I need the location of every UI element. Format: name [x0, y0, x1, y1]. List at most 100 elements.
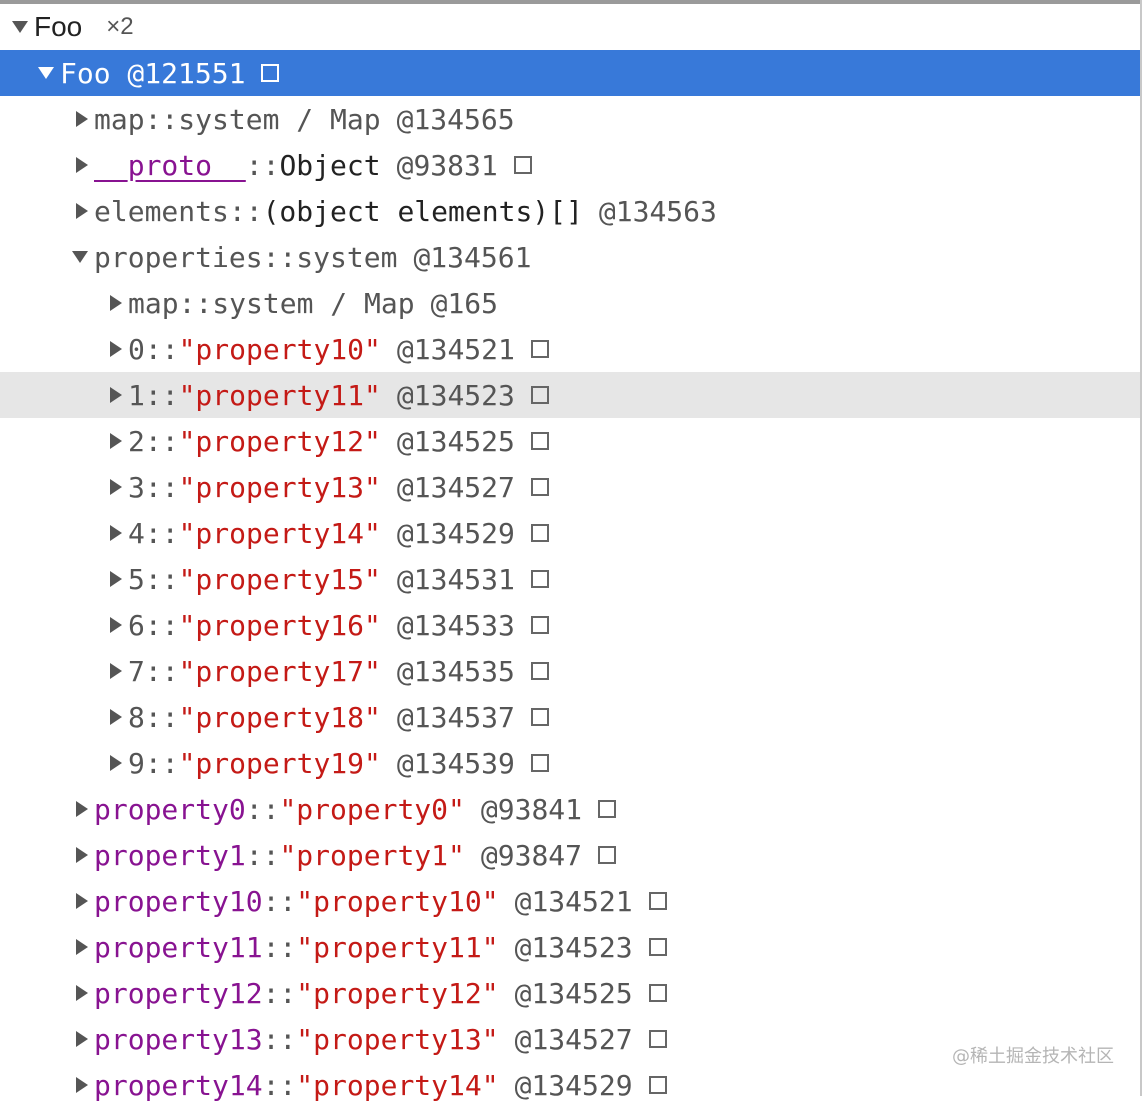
field-name: map	[94, 102, 145, 136]
string-value: "property11"	[178, 378, 381, 412]
collapsed-triangle-icon[interactable]	[76, 939, 88, 955]
collapsed-triangle-icon[interactable]	[110, 525, 122, 541]
object-id: @134539	[396, 746, 515, 780]
object-id: @134537	[396, 700, 515, 734]
reveal-box-icon[interactable]	[530, 570, 549, 588]
collapsed-triangle-icon[interactable]	[110, 755, 122, 771]
object-id: @134561	[413, 240, 532, 274]
tree-row-elements[interactable]: elements :: (object elements)[] @134563	[0, 188, 1140, 234]
tree-row-map[interactable]: map :: system / Map @134565	[0, 96, 1140, 142]
field-type: (object elements)[]	[262, 194, 583, 228]
tree-row-property1[interactable]: property1 :: "property1" @93847	[0, 832, 1140, 878]
index-name: 6	[128, 608, 145, 642]
object-id: @134563	[598, 194, 717, 228]
reveal-box-icon[interactable]	[513, 156, 532, 174]
separator: ::	[144, 516, 179, 550]
reveal-box-icon[interactable]	[530, 708, 549, 726]
collapsed-triangle-icon[interactable]	[110, 571, 122, 587]
collapsed-triangle-icon[interactable]	[110, 295, 122, 311]
tree-row-index-3[interactable]: 3 :: "property13" @134527	[0, 464, 1140, 510]
collapsed-triangle-icon[interactable]	[76, 985, 88, 1001]
tree-row-properties-map[interactable]: map :: system / Map @165	[0, 280, 1140, 326]
field-name: __proto__	[94, 148, 246, 182]
instance-count: ×2	[106, 13, 134, 40]
string-value: "property15"	[178, 562, 381, 596]
object-id: @134525	[396, 424, 515, 458]
reveal-box-icon[interactable]	[648, 892, 667, 910]
reveal-box-icon[interactable]	[261, 64, 280, 82]
reveal-box-icon[interactable]	[598, 846, 617, 864]
separator: ::	[144, 424, 179, 458]
collapsed-triangle-icon[interactable]	[110, 479, 122, 495]
tree-row-proto[interactable]: __proto__ :: Object @93831	[0, 142, 1140, 188]
reveal-box-icon[interactable]	[598, 800, 617, 818]
collapsed-triangle-icon[interactable]	[76, 847, 88, 863]
tree-row-index-0[interactable]: 0 :: "property10" @134521	[0, 326, 1140, 372]
reveal-box-icon[interactable]	[648, 1076, 667, 1094]
collapsed-triangle-icon[interactable]	[76, 111, 88, 127]
reveal-box-icon[interactable]	[530, 524, 549, 542]
reveal-box-icon[interactable]	[530, 616, 549, 634]
property-name: property10	[94, 884, 263, 918]
collapsed-triangle-icon[interactable]	[110, 387, 122, 403]
index-name: 0	[128, 332, 145, 366]
reveal-box-icon[interactable]	[648, 1030, 667, 1048]
tree-row-index-4[interactable]: 4 :: "property14" @134529	[0, 510, 1140, 556]
tree-row-property0[interactable]: property0 :: "property0" @93841	[0, 786, 1140, 832]
tree-row-property14[interactable]: property14 :: "property14" @134529	[0, 1062, 1140, 1108]
tree-row-index-6[interactable]: 6 :: "property16" @134533	[0, 602, 1140, 648]
string-value: "property11"	[296, 930, 499, 964]
collapsed-triangle-icon[interactable]	[76, 1077, 88, 1093]
expanded-triangle-icon[interactable]	[72, 251, 88, 263]
object-id: @134527	[514, 1022, 633, 1056]
tree-row-index-5[interactable]: 5 :: "property15" @134531	[0, 556, 1140, 602]
string-value: "property16"	[178, 608, 381, 642]
expanded-triangle-icon[interactable]	[12, 21, 28, 33]
collapsed-triangle-icon[interactable]	[76, 157, 88, 173]
reveal-box-icon[interactable]	[530, 432, 549, 450]
object-id: @134531	[396, 562, 515, 596]
collapsed-triangle-icon[interactable]	[110, 341, 122, 357]
tree-row-index-9[interactable]: 9 :: "property19" @134539	[0, 740, 1140, 786]
reveal-box-icon[interactable]	[530, 340, 549, 358]
expanded-triangle-icon[interactable]	[38, 67, 54, 79]
watermark: @稀土掘金技术社区	[952, 1046, 1114, 1067]
string-value: "property12"	[178, 424, 381, 458]
tree-row-property11[interactable]: property11 :: "property11" @134523	[0, 924, 1140, 970]
selected-instance-row[interactable]: Foo @121551	[0, 50, 1140, 96]
collapsed-triangle-icon[interactable]	[76, 801, 88, 817]
collapsed-triangle-icon[interactable]	[110, 433, 122, 449]
heap-object-tree: Foo ×2 Foo @121551 map :: system / Map @…	[0, 4, 1140, 1108]
string-value: "property0"	[279, 792, 465, 826]
separator: ::	[228, 194, 263, 228]
reveal-box-icon[interactable]	[648, 984, 667, 1002]
string-value: "property19"	[178, 746, 381, 780]
index-name: 1	[128, 378, 145, 412]
object-id: @134523	[514, 930, 633, 964]
reveal-box-icon[interactable]	[530, 478, 549, 496]
field-type: system	[296, 240, 398, 274]
index-name: 2	[128, 424, 145, 458]
constructor-group-row[interactable]: Foo ×2	[0, 4, 1140, 50]
tree-row-index-1[interactable]: 1 :: "property11" @134523	[0, 372, 1140, 418]
tree-row-index-8[interactable]: 8 :: "property18" @134537	[0, 694, 1140, 740]
collapsed-triangle-icon[interactable]	[110, 617, 122, 633]
collapsed-triangle-icon[interactable]	[110, 663, 122, 679]
tree-row-properties[interactable]: properties :: system @134561	[0, 234, 1140, 280]
tree-row-property10[interactable]: property10 :: "property10" @134521	[0, 878, 1140, 924]
collapsed-triangle-icon[interactable]	[110, 709, 122, 725]
separator: ::	[262, 240, 297, 274]
separator: ::	[245, 838, 280, 872]
reveal-box-icon[interactable]	[530, 754, 549, 772]
reveal-box-icon[interactable]	[648, 938, 667, 956]
collapsed-triangle-icon[interactable]	[76, 893, 88, 909]
field-name: properties	[94, 240, 263, 274]
collapsed-triangle-icon[interactable]	[76, 203, 88, 219]
reveal-box-icon[interactable]	[530, 662, 549, 680]
tree-row-index-2[interactable]: 2 :: "property12" @134525	[0, 418, 1140, 464]
tree-row-index-7[interactable]: 7 :: "property17" @134535	[0, 648, 1140, 694]
reveal-box-icon[interactable]	[530, 386, 549, 404]
object-id: @134521	[514, 884, 633, 918]
collapsed-triangle-icon[interactable]	[76, 1031, 88, 1047]
tree-row-property12[interactable]: property12 :: "property12" @134525	[0, 970, 1140, 1016]
